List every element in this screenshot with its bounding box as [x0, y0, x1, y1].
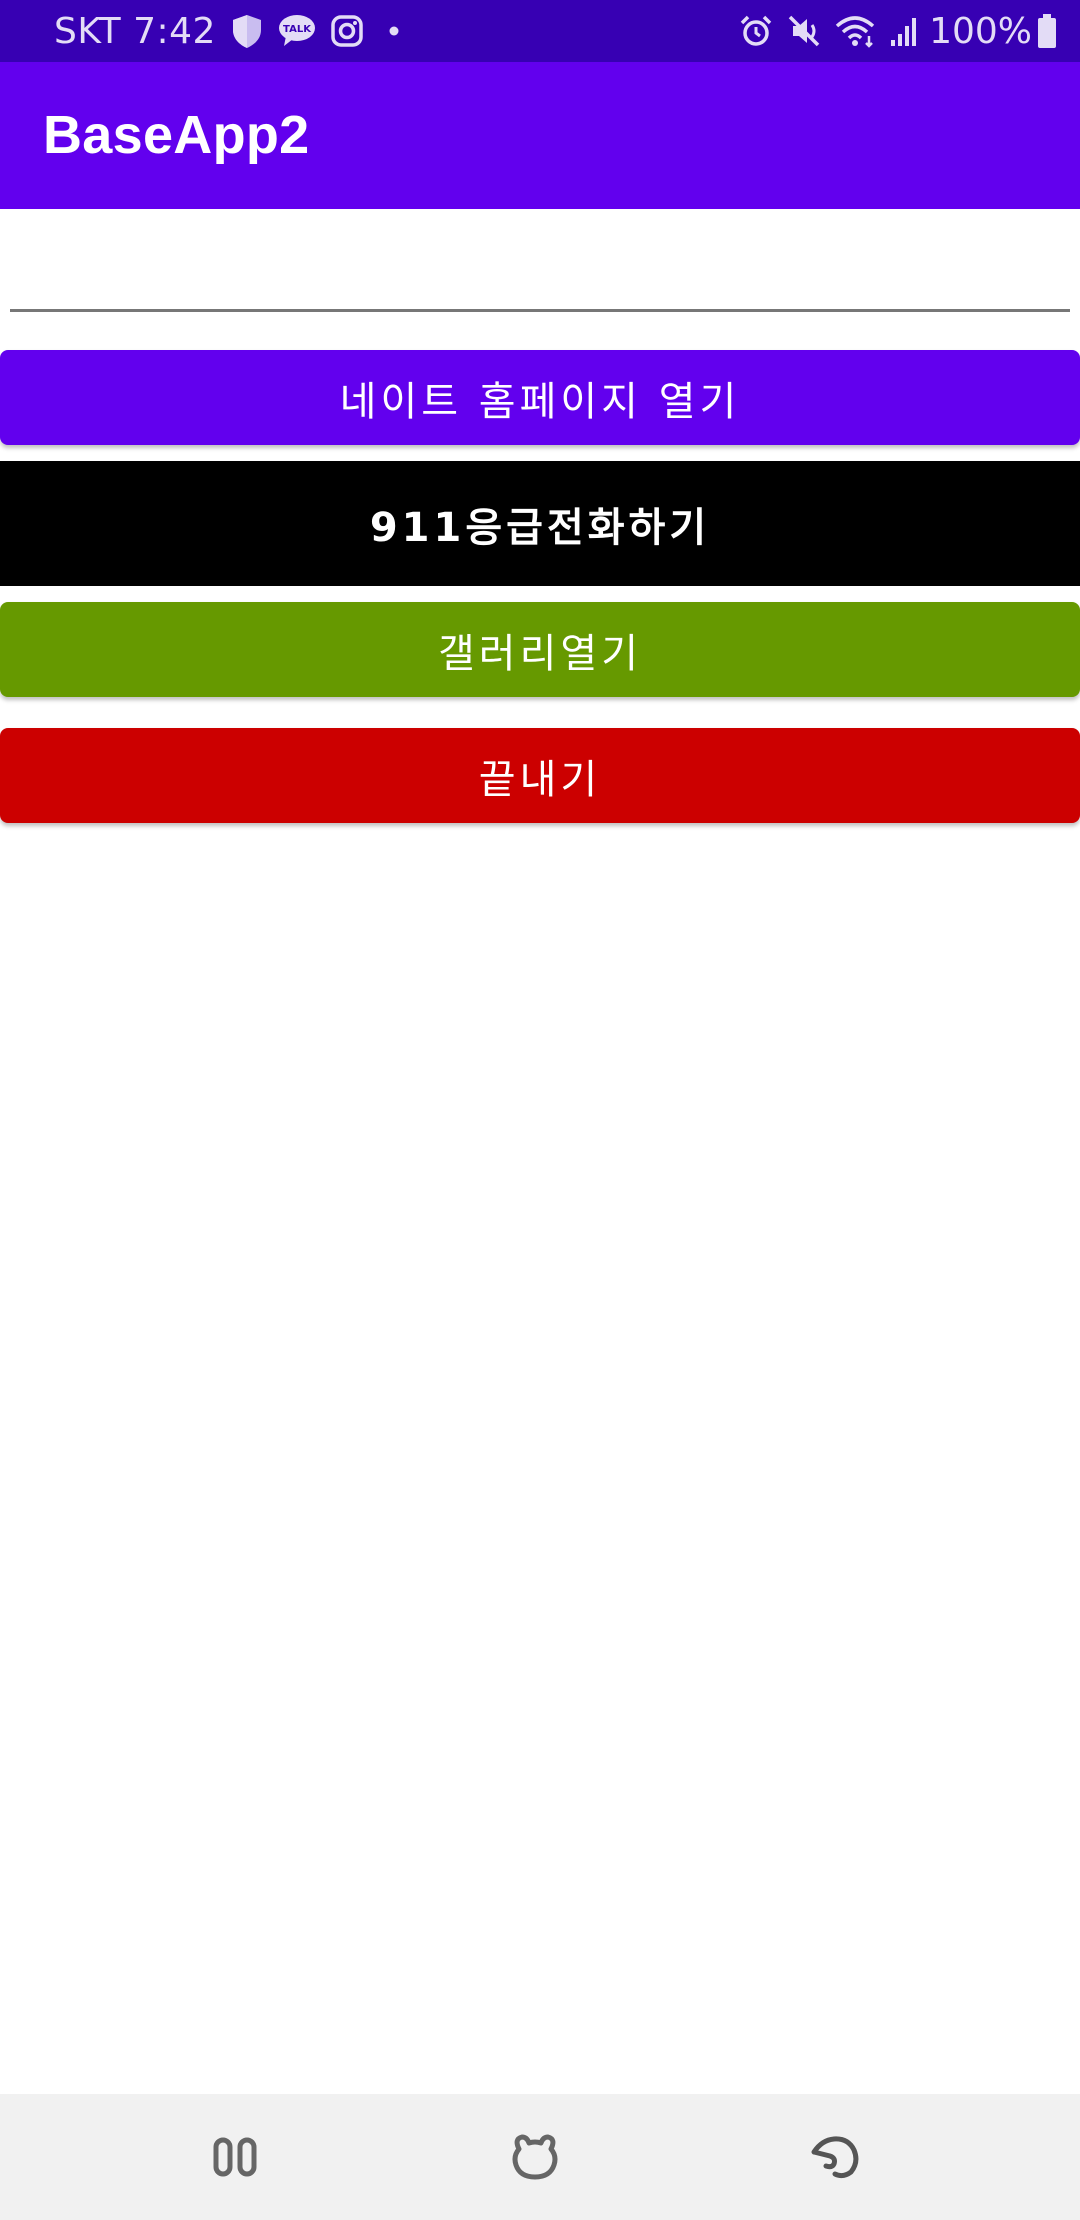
wifi-icon — [835, 14, 875, 48]
dot-icon — [388, 25, 400, 37]
status-right: 100% — [725, 0, 1058, 62]
signal-icon — [889, 14, 919, 48]
instagram-icon — [330, 14, 364, 48]
text-input[interactable] — [10, 240, 1070, 312]
shield-icon — [230, 13, 264, 49]
status-left: SKT 7:42 TALK — [54, 0, 400, 62]
exit-button[interactable]: 끝내기 — [0, 728, 1080, 823]
carrier-time: SKT 7:42 — [54, 10, 216, 52]
alarm-icon — [739, 14, 773, 48]
recent-apps-icon[interactable] — [192, 2114, 278, 2200]
mute-icon — [787, 14, 821, 48]
emergency-call-button[interactable]: 911응급전화하기 — [0, 461, 1080, 586]
back-icon[interactable] — [792, 2114, 878, 2200]
talk-label: TALK — [283, 24, 312, 35]
kakaotalk-icon: TALK — [278, 14, 316, 48]
open-nate-homepage-button[interactable]: 네이트 홈페이지 열기 — [0, 350, 1080, 445]
status-bar: SKT 7:42 TALK 100% — [0, 0, 1080, 62]
app-title: BaseApp2 — [43, 105, 310, 165]
battery-percent: 100% — [929, 10, 1032, 52]
battery-icon — [1036, 13, 1058, 49]
home-icon[interactable] — [492, 2114, 578, 2200]
app-bar: BaseApp2 — [0, 62, 1080, 209]
open-gallery-button[interactable]: 갤러리열기 — [0, 602, 1080, 697]
navigation-bar — [0, 2094, 1080, 2220]
